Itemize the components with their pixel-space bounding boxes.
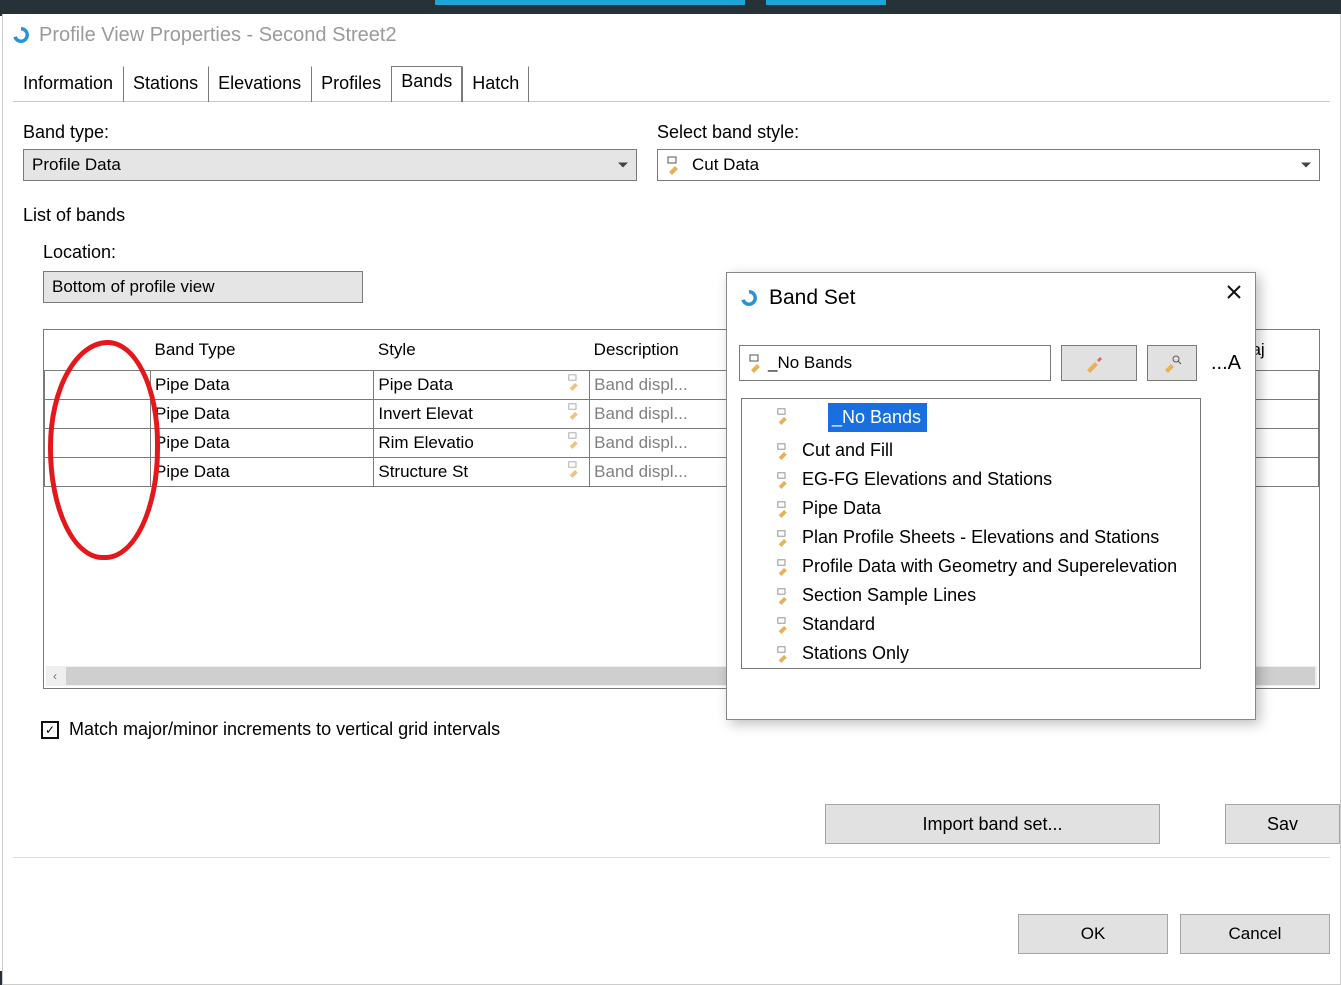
tab-bar: Information Stations Elevations Profiles… xyxy=(13,66,1330,102)
row-handle[interactable] xyxy=(45,370,151,399)
col-band-type[interactable]: Band Type xyxy=(151,330,374,370)
brush-icon xyxy=(567,402,587,422)
row-handle[interactable] xyxy=(45,428,151,457)
pick-style-button[interactable] xyxy=(1147,345,1197,381)
location-value: Bottom of profile view xyxy=(52,277,215,297)
ok-button[interactable]: OK xyxy=(1018,914,1168,954)
civil3d-icon xyxy=(11,25,31,45)
tab-hatch[interactable]: Hatch xyxy=(462,66,529,102)
dropdown-item-label: Plan Profile Sheets - Elevations and Sta… xyxy=(802,527,1159,548)
dropdown-item[interactable]: _No Bands xyxy=(828,403,927,432)
tab-bands[interactable]: Bands xyxy=(391,66,462,102)
band-type-value: Profile Data xyxy=(32,155,121,175)
brush-edit-icon xyxy=(1084,353,1104,373)
brush-icon xyxy=(567,431,587,451)
band-set-dropdown-list: _No Bands Cut and Fill EG-FG Elevations an… xyxy=(741,398,1201,669)
band-set-selected: _No Bands xyxy=(768,353,852,373)
brush-icon xyxy=(776,616,798,634)
more-label: ...A xyxy=(1211,352,1241,375)
brush-icon xyxy=(567,460,587,480)
band-style-value: Cut Data xyxy=(692,155,759,175)
brush-icon xyxy=(776,558,798,576)
dropdown-item[interactable]: Cut and Fill xyxy=(742,436,1200,465)
brush-icon xyxy=(776,500,798,518)
tab-stations[interactable]: Stations xyxy=(123,66,208,102)
tab-profiles[interactable]: Profiles xyxy=(311,66,391,102)
band-style-select[interactable]: Cut Data xyxy=(657,149,1320,181)
cell-band-type[interactable]: Pipe Data xyxy=(151,428,374,457)
location-select[interactable]: Bottom of profile view xyxy=(43,271,363,303)
match-increments-checkbox[interactable]: ✓ xyxy=(41,721,59,739)
cell-band-type[interactable]: Pipe Data xyxy=(151,457,374,486)
dropdown-item-label: Stations Only xyxy=(802,643,909,664)
location-label: Location: xyxy=(43,242,1320,263)
tab-elevations[interactable]: Elevations xyxy=(208,66,311,102)
band-set-title: Band Set xyxy=(769,286,855,310)
titlebar: Profile View Properties - Second Street2 xyxy=(3,14,1340,56)
edit-style-button[interactable] xyxy=(1061,345,1137,381)
band-style-label: Select band style: xyxy=(657,122,1320,143)
close-icon[interactable] xyxy=(1225,283,1243,306)
dropdown-item[interactable]: Stations Only xyxy=(742,639,1200,668)
chevron-down-icon xyxy=(1301,163,1311,168)
band-set-popup: Band Set _No Bands ...A _No Bands Cut and… xyxy=(726,272,1256,720)
dropdown-item-label: Section Sample Lines xyxy=(802,585,976,606)
brush-icon xyxy=(666,155,686,175)
brush-icon xyxy=(776,471,798,489)
scroll-left-icon[interactable]: ‹ xyxy=(46,667,64,685)
brush-icon xyxy=(748,353,768,373)
band-type-select[interactable]: Profile Data xyxy=(23,149,637,181)
dropdown-item[interactable]: Pipe Data xyxy=(742,494,1200,523)
brush-icon xyxy=(776,587,798,605)
dropdown-item-label: Pipe Data xyxy=(802,498,881,519)
band-type-label: Band type: xyxy=(23,122,637,143)
dropdown-item[interactable]: Profile Data with Geometry and Superelev… xyxy=(742,552,1200,581)
row-handle[interactable] xyxy=(45,457,151,486)
match-increments-label: Match major/minor increments to vertical… xyxy=(69,719,500,740)
chevron-down-icon xyxy=(618,163,628,168)
row-handle[interactable] xyxy=(45,399,151,428)
cell-style[interactable]: Invert Elevat xyxy=(374,399,590,428)
band-set-select[interactable]: _No Bands xyxy=(739,345,1051,381)
brush-icon xyxy=(776,645,798,663)
brush-find-icon xyxy=(1162,353,1182,373)
tab-information[interactable]: Information xyxy=(13,66,123,102)
brush-icon xyxy=(776,442,798,460)
civil3d-icon xyxy=(739,288,759,308)
dropdown-item[interactable]: EG-FG Elevations and Stations xyxy=(742,465,1200,494)
dropdown-item-label: EG-FG Elevations and Stations xyxy=(802,469,1052,490)
dropdown-item-label: Profile Data with Geometry and Superelev… xyxy=(802,556,1177,577)
cell-style[interactable]: Pipe Data xyxy=(374,370,590,399)
dropdown-item[interactable]: Standard xyxy=(742,610,1200,639)
dropdown-item-label: Cut and Fill xyxy=(802,440,893,461)
save-button[interactable]: Sav xyxy=(1225,804,1340,844)
cell-band-type[interactable]: Pipe Data xyxy=(151,370,374,399)
list-of-bands-label: List of bands xyxy=(23,205,1320,226)
dropdown-item-label: Standard xyxy=(802,614,875,635)
col-style[interactable]: Style xyxy=(374,330,590,370)
cell-band-type[interactable]: Pipe Data xyxy=(151,399,374,428)
brush-icon xyxy=(776,529,798,547)
brush-icon xyxy=(776,407,794,429)
window-title: Profile View Properties - Second Street2 xyxy=(39,24,397,47)
cell-style[interactable]: Rim Elevatio xyxy=(374,428,590,457)
cancel-button[interactable]: Cancel xyxy=(1180,914,1330,954)
dropdown-item[interactable]: Plan Profile Sheets - Elevations and Sta… xyxy=(742,523,1200,552)
brush-icon xyxy=(567,373,587,393)
cell-style[interactable]: Structure St xyxy=(374,457,590,486)
import-band-set-button[interactable]: Import band set... xyxy=(825,804,1160,844)
dropdown-item[interactable]: Section Sample Lines xyxy=(742,581,1200,610)
